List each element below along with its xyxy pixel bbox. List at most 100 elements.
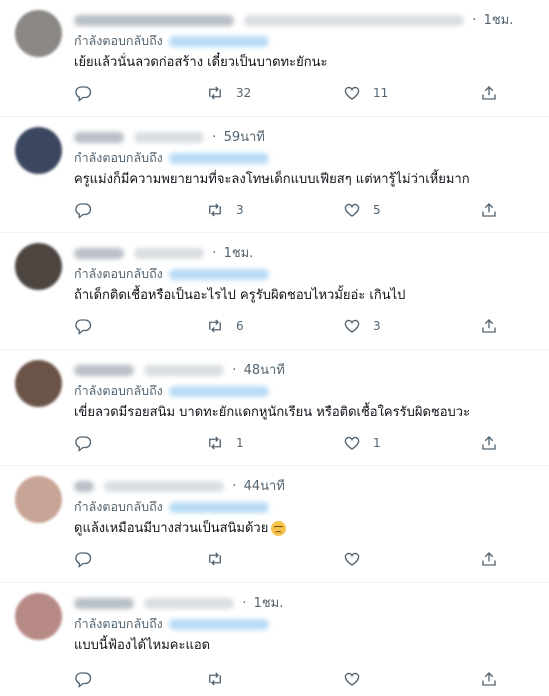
reply-icon [75,86,92,102]
replying-to-handle[interactable] [168,36,269,47]
timestamp[interactable]: 59นาที [224,130,265,145]
reply-button[interactable] [74,314,92,338]
like-button[interactable]: 5 [343,198,381,222]
like-count: 5 [373,203,381,217]
blurred-handle [134,248,205,259]
reply-tweet[interactable]: · 1ชม. กำลังตอบกลับถึง ถ้าเด็กติดเชื้อหร… [0,233,549,350]
like-button[interactable]: 11 [343,81,388,105]
share-icon [482,319,496,333]
replying-to-label: กำลังตอบกลับถึง [74,266,163,281]
blurred-display-name[interactable] [74,365,134,376]
share-button[interactable] [480,314,498,338]
replying-to-handle[interactable] [168,269,269,280]
retweet-icon [209,672,221,686]
avatar[interactable] [15,127,62,174]
like-button[interactable]: 1 [343,431,381,455]
blurred-display-name[interactable] [74,15,234,26]
blurred-handle [134,132,205,143]
tweet-text: เย้ยแล้วนั่นลวดก่อสร้าง เดี๋ยวเป็นบาดทะย… [74,55,328,70]
tweet-text: เขี่ยลวดมีรอยสนิม บาดทะยักแดกหูนักเรียน … [74,405,471,420]
reply-tweet[interactable]: · 59นาที กำลังตอบกลับถึง ครูแม่งก็มีความ… [0,117,549,233]
blurred-display-name[interactable] [74,132,124,143]
tweet-actions: 6 3 [74,314,504,338]
blurred-display-name[interactable] [74,481,94,492]
reply-icon [75,552,92,568]
blurred-display-name[interactable] [74,248,124,259]
like-button[interactable]: 3 [343,314,381,338]
share-button[interactable] [480,667,498,691]
tweet-header: · 44นาที [74,475,539,495]
tweet-header: · 59นาที [74,126,539,146]
retweet-count: 32 [236,86,252,100]
blurred-handle [144,598,235,609]
avatar[interactable] [15,476,62,523]
retweet-button[interactable]: 1 [206,431,244,455]
heart-icon [344,86,360,100]
tweet-actions: 1 1 [74,431,504,455]
share-button[interactable] [480,198,498,222]
timestamp[interactable]: 1ชม. [224,246,254,261]
reply-button[interactable] [74,431,92,455]
heart-icon [344,319,360,333]
replying-to-label: กำลังตอบกลับถึง [74,383,163,398]
reply-button[interactable] [74,547,92,571]
replying-to: กำลังตอบกลับถึง [74,31,269,49]
timestamp[interactable]: 44นาที [244,479,285,494]
blurred-display-name[interactable] [74,598,134,609]
replying-to: กำลังตอบกลับถึง [74,381,269,399]
replying-to-handle[interactable] [168,386,269,397]
reply-tweet[interactable]: · 44นาที กำลังตอบกลับถึง ดูแล้งเหมือนมีบ… [0,466,549,583]
avatar[interactable] [15,243,62,290]
share-button[interactable] [480,81,498,105]
share-icon [482,86,496,100]
like-button[interactable] [343,547,373,571]
replying-to: กำลังตอบกลับถึง [74,497,269,515]
reply-tweet[interactable]: · 1ชม. กำลังตอบกลับถึง แบบนี้ฟ้องได้ไหมค… [0,583,549,696]
timestamp[interactable]: 48นาที [244,363,285,378]
like-button[interactable] [343,667,373,691]
timestamp[interactable]: 1ชม. [484,13,514,28]
tweet-header: · 1ชม. [74,242,539,262]
replying-to-handle[interactable] [168,153,269,164]
retweet-count: 3 [236,203,244,217]
retweet-button[interactable]: 6 [206,314,244,338]
share-icon [482,672,496,686]
reply-button[interactable] [74,198,92,222]
avatar[interactable] [15,10,62,57]
avatar[interactable] [15,593,62,640]
replying-to-label: กำลังตอบกลับถึง [74,33,163,48]
replying-to: กำลังตอบกลับถึง [74,614,269,632]
blurred-handle [144,365,225,376]
share-button[interactable] [480,431,498,455]
like-count: 3 [373,319,381,333]
heart-icon [344,203,360,217]
retweet-button[interactable]: 32 [206,81,251,105]
tweet-text: แบบนี้ฟ้องได้ไหมคะแอด [74,638,211,653]
replying-to-handle[interactable] [168,502,269,513]
tweet-header: · 1ชม. [74,592,539,612]
heart-icon [344,436,360,450]
like-count: 11 [373,86,389,100]
tweet-text-row: ดูแล้งเหมือนมีบางส่วนเป็นสนิมด้วย [74,517,537,538]
retweet-button[interactable] [206,667,236,691]
replying-to-handle[interactable] [168,619,269,630]
reply-button[interactable] [74,81,92,105]
disappointed-face-emoji-icon [271,521,287,536]
retweet-button[interactable] [206,547,236,571]
retweet-button[interactable]: 3 [206,198,244,222]
share-button[interactable] [480,547,498,571]
reply-icon [75,672,92,688]
retweet-icon [209,436,221,450]
like-count: 1 [373,436,381,450]
reply-tweet[interactable]: · 48นาที กำลังตอบกลับถึง เขี่ยลวดมีรอยสน… [0,350,549,466]
blurred-handle [244,15,465,26]
retweet-icon [209,552,221,566]
reply-button[interactable] [74,667,92,691]
replying-to-label: กำลังตอบกลับถึง [74,499,163,514]
tweet-actions: 32 11 [74,81,504,105]
avatar[interactable] [15,360,62,407]
reply-tweet[interactable]: · 1ชม. กำลังตอบกลับถึง เย้ยแล้วนั่นลวดก่… [0,0,549,117]
replying-to: กำลังตอบกลับถึง [74,264,269,282]
timestamp[interactable]: 1ชม. [254,596,284,611]
tweet-text: ครูแม่งก็มีความพยายามที่จะลงโทษเด็กแบบเฟ… [74,172,470,187]
